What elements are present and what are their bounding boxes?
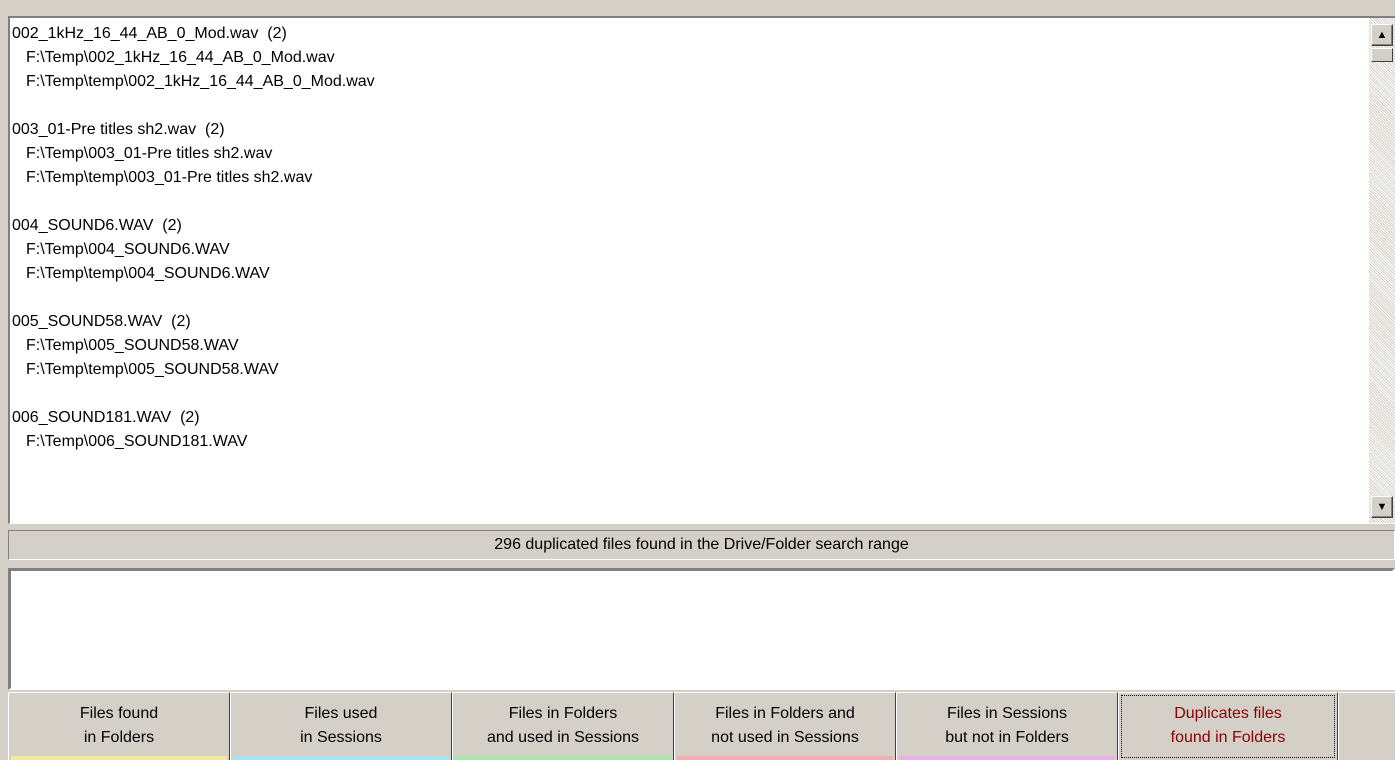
- tab-label-line2: in Sessions: [300, 729, 382, 746]
- tab-label-line2: and used in Sessions: [486, 729, 640, 746]
- tab-color-bar: [11, 756, 227, 760]
- duplicate-file-path[interactable]: F:\Temp\002_1kHz_16_44_AB_0_Mod.wav: [12, 46, 1369, 70]
- arrow-down-icon[interactable]: ▼: [1371, 496, 1393, 518]
- arrow-up-icon[interactable]: ▲: [1371, 24, 1393, 46]
- detail-textarea[interactable]: [8, 568, 1395, 690]
- tab-files-in-folders[interactable]: Files found in Folders: [8, 692, 230, 760]
- duplicate-file-path[interactable]: F:\Temp\temp\002_1kHz_16_44_AB_0_Mod.wav: [12, 70, 1369, 94]
- duplicate-file-path[interactable]: F:\Temp\006_SOUND181.WAV: [12, 430, 1369, 454]
- duplicate-group: 004_SOUND6.WAV (2) F:\Temp\004_SOUND6.WAV…: [12, 214, 1369, 286]
- status-bar: 296 duplicated files found in the Drive/…: [8, 530, 1395, 560]
- tab-color-bar: [899, 756, 1115, 760]
- tab-label-line1: Files used: [304, 705, 378, 722]
- tab-label-line2: but not in Folders: [945, 729, 1069, 746]
- top-border: [0, 0, 1395, 10]
- tab-folders-not-sessions[interactable]: Files in Folders and not used in Sessions: [674, 692, 896, 760]
- scrollbar-thumb[interactable]: [1371, 48, 1393, 62]
- duplicate-group: 003_01-Pre titles sh2.wav (2) F:\Temp\003…: [12, 118, 1369, 190]
- tab-label-line1: Files in Sessions: [946, 705, 1068, 722]
- duplicate-group: 005_SOUND58.WAV (2) F:\Temp\005_SOUND58.W…: [12, 310, 1369, 382]
- tab-sessions-not-folders[interactable]: Files in Sessions but not in Folders: [896, 692, 1118, 760]
- tab-color-bar: [455, 756, 671, 760]
- tab-label-line1: Files found: [79, 705, 159, 722]
- app-window: 002_1kHz_16_44_AB_0_Mod.wav (2) F:\Temp\0…: [0, 0, 1395, 760]
- duplicates-list-content: 002_1kHz_16_44_AB_0_Mod.wav (2) F:\Temp\0…: [12, 22, 1369, 454]
- duplicate-file-path[interactable]: F:\Temp\005_SOUND58.WAV: [12, 334, 1369, 358]
- tab-label-line2: in Folders: [83, 729, 155, 746]
- status-text: 296 duplicated files found in the Drive/…: [494, 536, 909, 553]
- duplicate-group-title[interactable]: 002_1kHz_16_44_AB_0_Mod.wav (2): [12, 22, 1369, 46]
- duplicate-group-title[interactable]: 006_SOUND181.WAV (2): [12, 406, 1369, 430]
- tab-label-line1: Files in Folders: [508, 705, 618, 722]
- tab-duplicates[interactable]: Duplicates files found in Folders: [1118, 692, 1338, 760]
- duplicate-group: 006_SOUND181.WAV (2) F:\Temp\006_SOUND181…: [12, 406, 1369, 454]
- tab-strip: Files found in Folders Files used in Sessio…: [8, 692, 1395, 760]
- tab-label-line1: Files in Folders and: [715, 705, 855, 722]
- tab-strip-filler: [1338, 692, 1395, 760]
- focus-rectangle: [1121, 695, 1335, 758]
- tab-color-bar: [677, 756, 893, 760]
- duplicate-file-path[interactable]: F:\Temp\temp\005_SOUND58.WAV: [12, 358, 1369, 382]
- duplicate-group-title[interactable]: 004_SOUND6.WAV (2): [12, 214, 1369, 238]
- tab-folders-and-sessions[interactable]: Files in Folders and used in Sessions: [452, 692, 674, 760]
- duplicate-group-title[interactable]: 003_01-Pre titles sh2.wav (2): [12, 118, 1369, 142]
- vertical-scrollbar[interactable]: ▲ ▼: [1369, 18, 1395, 523]
- tab-color-bar: [233, 756, 449, 760]
- duplicate-file-path[interactable]: F:\Temp\temp\004_SOUND6.WAV: [12, 262, 1369, 286]
- duplicates-listbox[interactable]: 002_1kHz_16_44_AB_0_Mod.wav (2) F:\Temp\0…: [8, 16, 1395, 524]
- tab-files-in-sessions[interactable]: Files used in Sessions: [230, 692, 452, 760]
- tab-label-line2: not used in Sessions: [711, 729, 859, 746]
- duplicate-file-path[interactable]: F:\Temp\temp\003_01-Pre titles sh2.wav: [12, 166, 1369, 190]
- duplicate-file-path[interactable]: F:\Temp\003_01-Pre titles sh2.wav: [12, 142, 1369, 166]
- duplicate-group-title[interactable]: 005_SOUND58.WAV (2): [12, 310, 1369, 334]
- duplicate-file-path[interactable]: F:\Temp\004_SOUND6.WAV: [12, 238, 1369, 262]
- duplicate-group: 002_1kHz_16_44_AB_0_Mod.wav (2) F:\Temp\0…: [12, 22, 1369, 94]
